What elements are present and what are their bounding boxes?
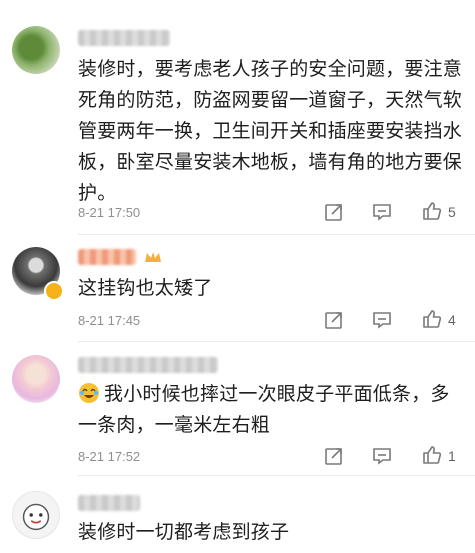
like-count: 5 <box>448 204 456 220</box>
username-blurred[interactable] <box>78 249 136 265</box>
avatar[interactable] <box>12 491 60 539</box>
comment-text: 装修时一切都考虑到孩子 <box>78 521 290 543</box>
comment-icon[interactable] <box>371 201 393 223</box>
comment-item: 装修时一切都考虑到孩子 <box>0 475 475 553</box>
crown-icon <box>145 252 161 262</box>
comment-icon[interactable] <box>371 445 393 467</box>
comment-text: 装修时，要考虑老人孩子的安全问题，要注意死角的防范，防盗网要留一道窗子，天然气软… <box>78 58 463 204</box>
avatar[interactable] <box>12 26 60 74</box>
thumbs-up-icon[interactable] <box>421 444 443 466</box>
share-icon[interactable] <box>323 309 345 331</box>
crying-laughing-emoji <box>79 383 99 403</box>
comment-timestamp: 8-21 17:50 <box>78 205 141 220</box>
comment-text: 我小时候也摔过一次眼皮子平面低条，多一条肉，一毫米左右粗 <box>78 379 462 441</box>
comment-icon[interactable] <box>371 309 393 331</box>
comment-timestamp: 8-21 17:45 <box>78 313 141 328</box>
comment-item: 我小时候也摔过一次眼皮子平面低条，多一条肉，一毫米左右粗 8-21 17:52 … <box>0 341 475 476</box>
comment-timestamp: 8-21 17:52 <box>78 449 141 464</box>
thumbs-up-icon[interactable] <box>421 200 443 222</box>
share-icon[interactable] <box>323 445 345 467</box>
cartoon-face-icon <box>22 503 50 531</box>
verified-badge <box>44 281 64 301</box>
comment-text: 这挂钩也太矮了 <box>78 277 213 299</box>
comment-item: 这挂钩也太矮了 8-21 17:45 4 <box>0 235 475 342</box>
comment-text-content: 我小时候也摔过一次眼皮子平面低条，多一条肉，一毫米左右粗 <box>78 383 450 436</box>
username-blurred[interactable] <box>78 495 140 511</box>
like-count: 4 <box>448 312 456 328</box>
thumbs-up-icon[interactable] <box>421 308 443 330</box>
comment-item: 装修时，要考虑老人孩子的安全问题，要注意死角的防范，防盗网要留一道窗子，天然气软… <box>0 0 475 235</box>
username-blurred[interactable] <box>78 357 218 373</box>
share-icon[interactable] <box>323 201 345 223</box>
username-blurred[interactable] <box>78 30 170 46</box>
like-count: 1 <box>448 448 456 464</box>
avatar[interactable] <box>12 355 60 403</box>
